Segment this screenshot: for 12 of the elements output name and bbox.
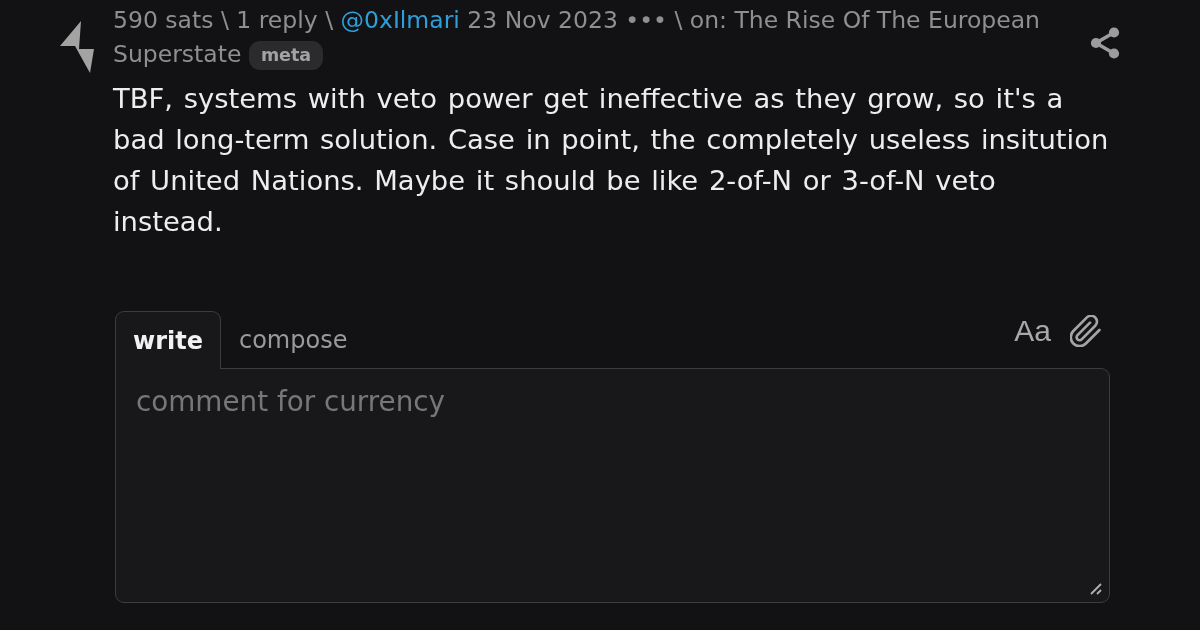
tag-badge[interactable]: meta (248, 41, 324, 70)
lightning-bolt-icon[interactable] (60, 21, 94, 73)
share-icon[interactable] (1090, 27, 1120, 59)
resize-handle-icon[interactable] (1090, 583, 1102, 595)
comment-input[interactable]: comment for currency (115, 368, 1110, 603)
paperclip-icon[interactable] (1070, 315, 1101, 347)
comment-text: TBF, systems with veto power get ineffective as they grow, so it's a bad long-term solution. Case in point, the completely useless insitution of United Nations. Maybe it should be like 2-of-N or 3-of-N veto instead. (113, 82, 1110, 239)
editor-tab[interactable]: write (115, 311, 221, 369)
editor-tab[interactable]: compose (221, 311, 366, 368)
item-meta: 590 sats \ 1 reply \ @0xIlmari 23 Nov 2023 ••• \ on: The Rise Of The European Superstate meta (113, 5, 1041, 71)
author-link[interactable]: @0xIlmari (340, 6, 460, 34)
format-button[interactable]: Aa (1014, 315, 1051, 347)
